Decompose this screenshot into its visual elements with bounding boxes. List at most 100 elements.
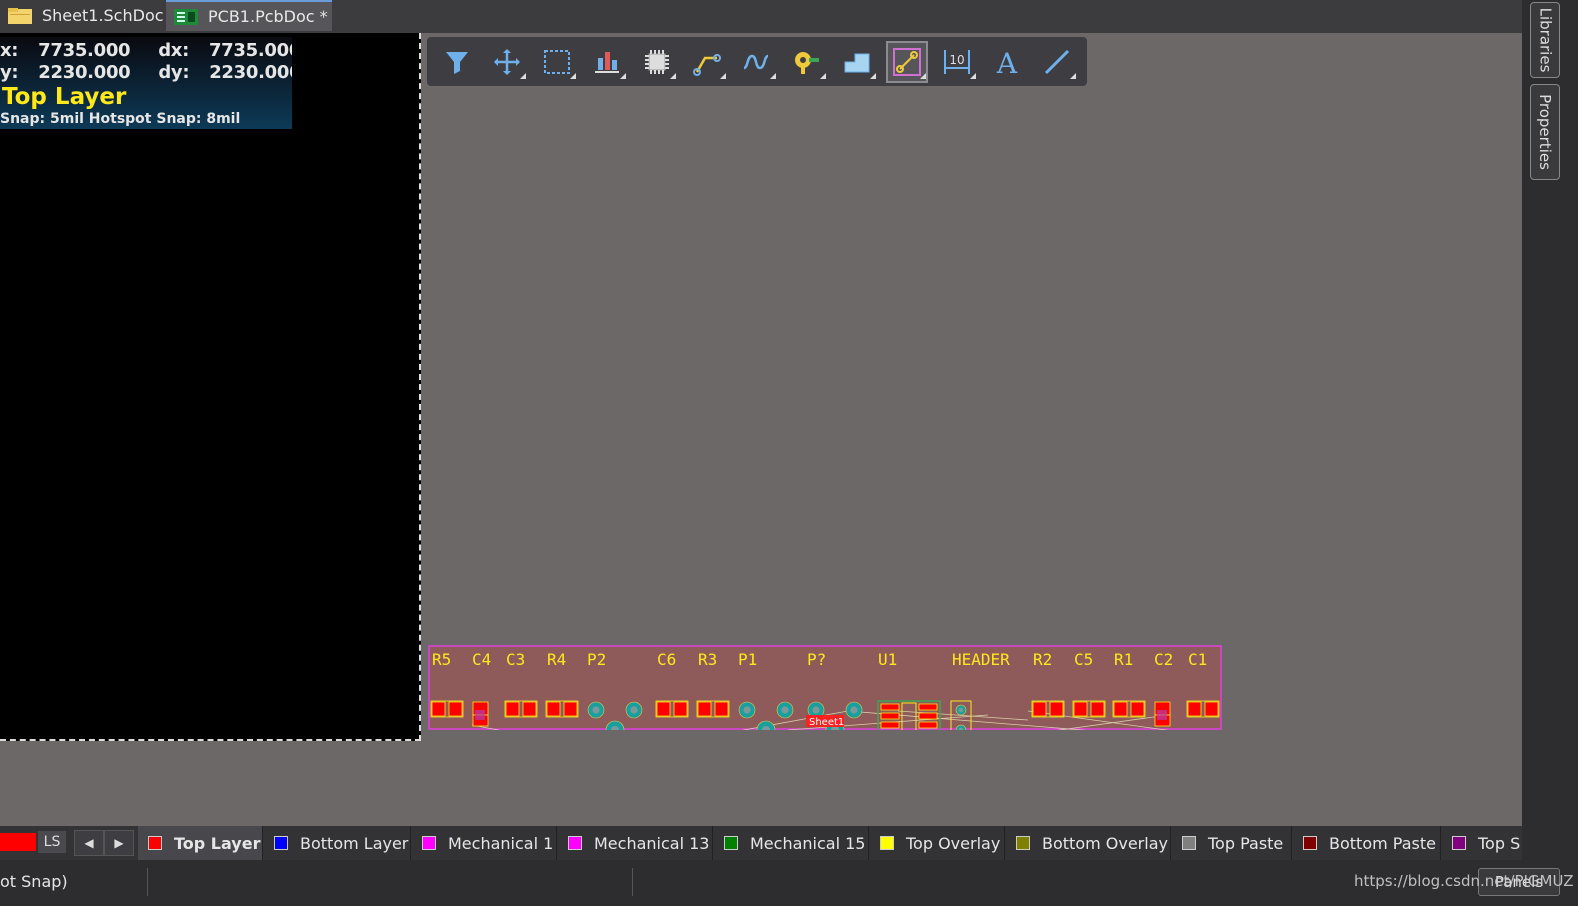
layer-tab-bottom-paste[interactable]: Bottom Paste xyxy=(1293,826,1441,860)
layer-tab-label: Bottom Layer xyxy=(300,833,409,853)
layer-tab-top-overlay[interactable]: Top Overlay xyxy=(870,826,1005,860)
connect-button[interactable] xyxy=(886,41,928,83)
designator-c6: C6 xyxy=(657,650,676,669)
pad-hole xyxy=(781,706,789,714)
filter-button[interactable] xyxy=(438,43,476,81)
smd-pad xyxy=(918,721,938,729)
text-icon: A xyxy=(996,47,1018,78)
pcb-board[interactable]: R5 C4 C3 R4 P2 C6 R3 P1 P? U1 HEADER R2 C5 R1 C2 C1 She… xyxy=(428,645,1222,730)
layer-set-button[interactable]: LS xyxy=(38,831,66,853)
libraries-panel-button[interactable]: Libraries xyxy=(1530,2,1560,78)
diff-pair-button[interactable] xyxy=(738,43,776,81)
designator-u1: U1 xyxy=(878,650,897,669)
layer-swatch xyxy=(274,836,288,850)
status-snap-text: ot Snap) xyxy=(0,872,68,891)
via-icon xyxy=(795,52,819,74)
smd-pad xyxy=(563,701,578,717)
layer-tab-bottom-overlay[interactable]: Bottom Overlay xyxy=(1006,826,1171,860)
tab-label: PCB1.PcbDoc * xyxy=(208,7,328,26)
pad-hole xyxy=(850,706,858,714)
smd-pad xyxy=(1130,701,1145,717)
designator-r2: R2 xyxy=(1033,650,1052,669)
designator-c3: C3 xyxy=(506,650,525,669)
layer-tab-label: Top Overlay xyxy=(906,833,1001,853)
mechanical-mark xyxy=(475,710,485,720)
layer-tab-mechanical-15[interactable]: Mechanical 15 xyxy=(714,826,869,860)
heads-up-display: x: 7735.000 dx: 7735.000 mil y: 2230.000… xyxy=(0,37,292,129)
layer-scroll-right-button[interactable]: ▶ xyxy=(104,830,134,856)
layer-tab-top-solder[interactable]: Top S xyxy=(1442,826,1522,860)
properties-label: Properties xyxy=(1536,94,1554,170)
layer-tab-label: Mechanical 15 xyxy=(750,833,866,853)
tab-pcb1-pcbdoc[interactable]: PCB1.PcbDoc * xyxy=(166,0,332,31)
current-layer-color-swatch[interactable] xyxy=(0,833,36,851)
status-divider xyxy=(147,868,148,896)
layer-tab-label: Top Layer xyxy=(174,833,261,853)
designator-p2: P2 xyxy=(587,650,606,669)
move-button[interactable] xyxy=(488,43,526,81)
designator-header: HEADER xyxy=(952,650,1010,669)
layer-tab-top-paste[interactable]: Top Paste xyxy=(1172,826,1292,860)
route-button[interactable] xyxy=(688,43,726,81)
designator-r3: R3 xyxy=(698,650,717,669)
document-tab-bar: Sheet1.SchDoc PCB1.PcbDoc * xyxy=(0,0,1530,33)
line-icon xyxy=(1044,49,1070,75)
designator-c1: C1 xyxy=(1188,650,1207,669)
route-icon xyxy=(693,54,721,76)
layer-swatch xyxy=(1452,836,1466,850)
layer-tab-label: Bottom Paste xyxy=(1329,833,1436,853)
layer-tab-top-layer[interactable]: Top Layer xyxy=(138,826,263,860)
pad-hole xyxy=(812,706,820,714)
layer-swatch xyxy=(568,836,582,850)
line-button[interactable] xyxy=(1038,43,1076,81)
layer-tab-mechanical-1[interactable]: Mechanical 1 xyxy=(412,826,557,860)
smd-pad xyxy=(918,712,938,720)
tab-sheet1-schdoc[interactable]: Sheet1.SchDoc xyxy=(0,0,164,31)
select-button[interactable] xyxy=(538,43,576,81)
hud-x-label: x: xyxy=(0,40,19,61)
align-button[interactable] xyxy=(588,43,626,81)
libraries-label: Libraries xyxy=(1536,7,1555,73)
smd-pad xyxy=(880,712,900,720)
tab-label: Sheet1.SchDoc xyxy=(42,6,164,25)
text-button[interactable]: A xyxy=(988,43,1026,81)
hud-x-line: x: 7735.000 dx: 7735.000 mil xyxy=(0,40,292,61)
pcb-doc-icon xyxy=(172,7,200,27)
layer-swatch xyxy=(1016,836,1030,850)
smd-pad xyxy=(918,703,938,711)
layer-swatch xyxy=(148,836,162,850)
dimension-icon: 10 xyxy=(944,50,970,74)
smd-pad xyxy=(505,701,520,717)
layer-swatch xyxy=(1182,836,1196,850)
smd-pad xyxy=(1032,701,1047,717)
smd-pad xyxy=(546,701,561,717)
smd-pad xyxy=(431,701,446,717)
active-bar-toolbar: 10 A xyxy=(427,37,1087,86)
pcb-workspace[interactable]: x: 7735.000 dx: 7735.000 mil y: 2230.000… xyxy=(0,33,1522,826)
layer-scroll-left-button[interactable]: ◀ xyxy=(74,830,104,856)
pad-hole xyxy=(592,706,600,714)
hud-current-layer: Top Layer xyxy=(2,84,127,110)
via-button[interactable] xyxy=(788,43,826,81)
board-black-area[interactable] xyxy=(0,33,421,741)
layer-tabs-bar: LS ◀ ▶ Top Layer Bottom Layer Mechanical… xyxy=(0,826,1522,860)
sheet-label-text: Sheet1 xyxy=(809,717,844,728)
interactive-diff-pair-icon xyxy=(743,54,769,70)
properties-panel-button[interactable]: Properties xyxy=(1530,84,1560,180)
place-component-button[interactable] xyxy=(638,43,676,81)
status-bar: ot Snap) Panels https://blog.csdn.net/PI… xyxy=(0,862,1578,906)
pad-hole xyxy=(630,706,638,714)
layer-tab-mechanical-13[interactable]: Mechanical 13 xyxy=(558,826,713,860)
hud-y-label: y: xyxy=(0,62,19,83)
hud-x-value: 7735.000 xyxy=(38,40,131,61)
smd-pad xyxy=(656,701,671,717)
layer-tab-bottom-layer[interactable]: Bottom Layer xyxy=(264,826,411,860)
layer-tab-label: Bottom Overlay xyxy=(1042,833,1168,853)
dimension-button[interactable]: 10 xyxy=(938,43,976,81)
designator-p1: P1 xyxy=(738,650,757,669)
layer-swatch xyxy=(880,836,894,850)
smd-pad xyxy=(1090,701,1105,717)
chevron-left-icon: ◀ xyxy=(84,836,94,850)
polygon-button[interactable] xyxy=(838,43,876,81)
smd-pad xyxy=(673,701,688,717)
